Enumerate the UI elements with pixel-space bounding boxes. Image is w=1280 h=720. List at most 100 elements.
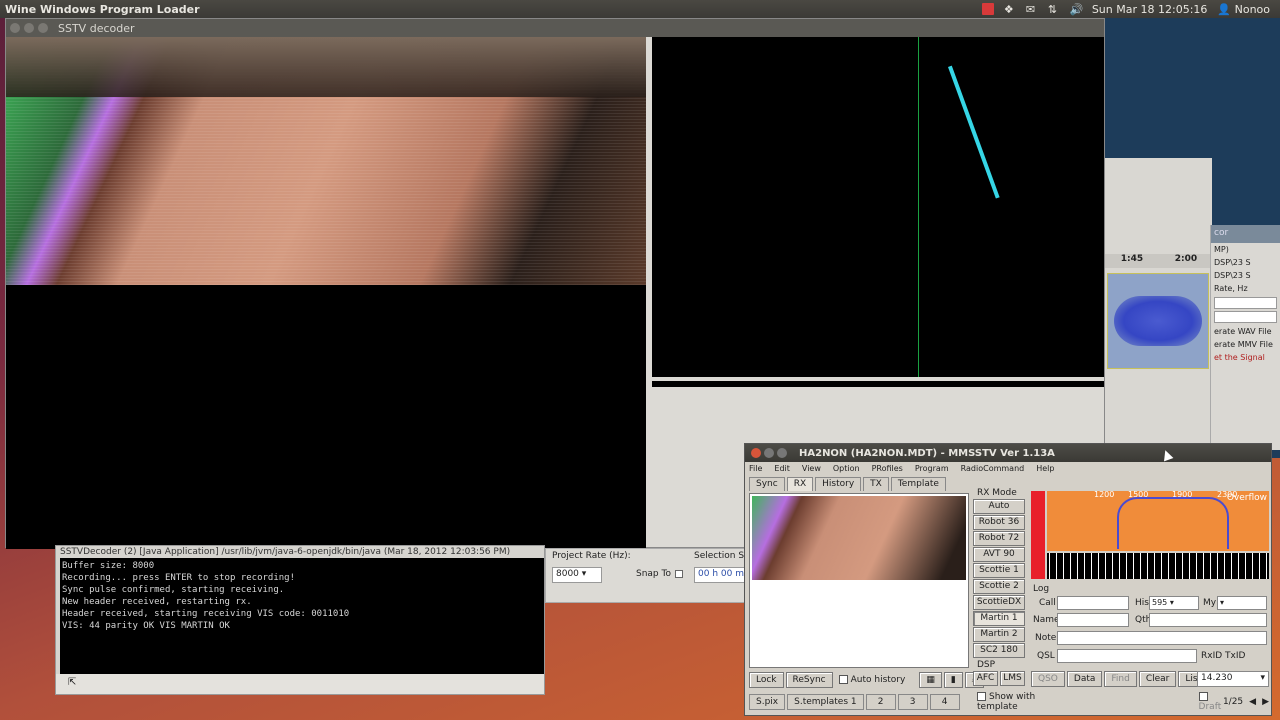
menu-option[interactable]: Option [833, 464, 860, 473]
tab-template[interactable]: Template [890, 477, 946, 491]
network-icon[interactable]: ⇅ [1048, 3, 1060, 16]
menu-help[interactable]: Help [1036, 464, 1054, 473]
data-button[interactable]: Data [1066, 671, 1103, 687]
side-path-field[interactable]: DSP\23 S [1211, 269, 1280, 282]
frequency-select[interactable]: 14.230 ▾ [1197, 671, 1269, 687]
generate-wav-button[interactable]: erate WAV File [1211, 325, 1280, 338]
mode-scottie-dx[interactable]: ScottieDX [973, 595, 1025, 610]
next-page-icon[interactable]: ▶ [1262, 697, 1269, 707]
tab-templates-2[interactable]: 2 [865, 694, 896, 710]
call-input[interactable] [1057, 596, 1129, 610]
clear-button[interactable]: Clear [1138, 671, 1177, 687]
sstv-titlebar[interactable]: SSTV decoder [6, 19, 1104, 37]
qsl-label: QSL [1037, 651, 1055, 661]
menu-edit[interactable]: Edit [774, 464, 790, 473]
tab-spix[interactable]: S.pix [749, 694, 786, 710]
qth-input[interactable] [1149, 613, 1267, 627]
minimize-icon[interactable] [24, 23, 34, 33]
tab-templates-1[interactable]: S.templates 1 [787, 694, 864, 710]
frequency-value: 14.230 [1201, 673, 1233, 683]
waveform-track[interactable] [1107, 273, 1209, 369]
volume-icon[interactable]: 🔊 [1070, 3, 1084, 16]
draft-label: Draft [1198, 702, 1222, 712]
auto-history-checkbox[interactable] [838, 675, 848, 684]
draft-checkbox[interactable] [1198, 692, 1208, 701]
tab-tx[interactable]: TX [863, 477, 889, 491]
tx-image-icon[interactable]: ▦ [919, 672, 942, 688]
rxid-button[interactable]: RxID [1201, 651, 1222, 661]
mmsstv-titlebar[interactable]: HA2NON (HA2NON.MDT) - MMSSTV Ver 1.13A [745, 444, 1271, 462]
his-label: His [1135, 598, 1149, 608]
minimize-icon[interactable] [764, 448, 774, 458]
menu-profiles[interactable]: PRofiles [872, 464, 903, 473]
fft-display[interactable]: 1200 1500 1900 2300 Overflow [1047, 491, 1269, 551]
my-select[interactable]: ▾ [1217, 596, 1267, 610]
find-button[interactable]: Find [1104, 671, 1137, 687]
note-label: Note [1035, 633, 1057, 643]
afc-button[interactable]: AFC [973, 671, 998, 686]
console-output[interactable]: Buffer size: 8000 Recording... press ENT… [60, 558, 544, 676]
user-menu[interactable]: 👤 Nonoo [1217, 3, 1270, 16]
mode-auto[interactable]: Auto [973, 499, 1025, 514]
qso-button[interactable]: QSO [1031, 671, 1065, 687]
lms-button[interactable]: LMS [1000, 671, 1025, 686]
side-path-field[interactable]: DSP\23 S [1211, 256, 1280, 269]
mode-scottie-2[interactable]: Scottie 2 [973, 579, 1025, 594]
tab-rx[interactable]: RX [786, 477, 814, 491]
tab-history[interactable]: History [815, 477, 862, 491]
lock-button[interactable]: Lock [749, 672, 784, 688]
close-icon[interactable] [751, 448, 761, 458]
close-icon[interactable] [10, 23, 20, 33]
maximize-icon[interactable] [777, 448, 787, 458]
color-bar-icon[interactable]: ▮ [943, 672, 963, 688]
tab-sync[interactable]: Sync [749, 477, 785, 491]
generate-mmv-button[interactable]: erate MMV File [1211, 338, 1280, 351]
mode-scottie-1[interactable]: Scottie 1 [973, 563, 1025, 578]
perspective-icon[interactable]: ⇱ [68, 677, 76, 688]
spectrum-bar [652, 381, 1104, 387]
mode-robot-36[interactable]: Robot 36 [973, 515, 1025, 530]
note-input[interactable] [1057, 631, 1267, 645]
menu-program[interactable]: Program [915, 464, 949, 473]
snap-to-toggle[interactable]: Snap To [636, 569, 683, 579]
his-select[interactable]: 595 ▾ [1149, 596, 1199, 610]
menu-radiocommand[interactable]: RadioCommand [961, 464, 1025, 473]
qsl-input[interactable] [1057, 649, 1197, 663]
tab-templates-4[interactable]: 4 [929, 694, 960, 710]
mode-avt-90[interactable]: AVT 90 [973, 547, 1025, 562]
side-input[interactable] [1214, 311, 1277, 323]
dropbox-icon[interactable]: ❖ [1004, 3, 1016, 16]
console-line: New header received, restarting rx. [62, 597, 252, 607]
selection-start-field[interactable]: 00 h 00 m [694, 567, 746, 583]
clock[interactable]: Sun Mar 18 12:05:16 [1092, 3, 1208, 16]
console-line: Sync pulse confirmed, starting receiving… [62, 585, 285, 595]
mode-sc2-180[interactable]: SC2 180 [973, 643, 1025, 658]
menu-file[interactable]: File [749, 464, 762, 473]
mode-robot-72[interactable]: Robot 72 [973, 531, 1025, 546]
auto-history-toggle[interactable]: Auto history [838, 675, 905, 685]
record-indicator-icon[interactable] [981, 3, 994, 15]
name-input[interactable] [1057, 613, 1129, 627]
menu-view[interactable]: View [802, 464, 821, 473]
mode-martin-2[interactable]: Martin 2 [973, 627, 1025, 642]
show-template-checkbox[interactable] [977, 692, 986, 701]
project-rate-select[interactable]: 8000 ▾ [552, 567, 602, 583]
rate-select[interactable] [1214, 297, 1277, 309]
get-signal-button[interactable]: et the Signal [1211, 351, 1280, 364]
waterfall-display[interactable] [1047, 553, 1269, 579]
maximize-icon[interactable] [38, 23, 48, 33]
menu-bar: File Edit View Option PRofiles Program R… [745, 462, 1271, 475]
console-line: VIS: 44 parity OK VIS MARTIN OK [62, 621, 230, 631]
user-name: Nonoo [1234, 2, 1270, 16]
snap-to-checkbox[interactable] [674, 569, 683, 578]
txid-button[interactable]: TxID [1225, 651, 1245, 661]
prev-page-icon[interactable]: ◀ [1249, 697, 1256, 707]
draft-toggle[interactable]: Draft [1198, 692, 1223, 712]
timeline-ruler[interactable]: 1:45 2:00 [1105, 254, 1213, 268]
mode-martin-1[interactable]: Martin 1 [973, 611, 1025, 626]
rx-image-panel[interactable] [749, 493, 969, 668]
mail-icon[interactable]: ✉ [1026, 3, 1038, 16]
resync-button[interactable]: ReSync [785, 672, 833, 688]
tab-templates-3[interactable]: 3 [897, 694, 928, 710]
show-template-toggle[interactable]: Show with template [977, 692, 1049, 712]
